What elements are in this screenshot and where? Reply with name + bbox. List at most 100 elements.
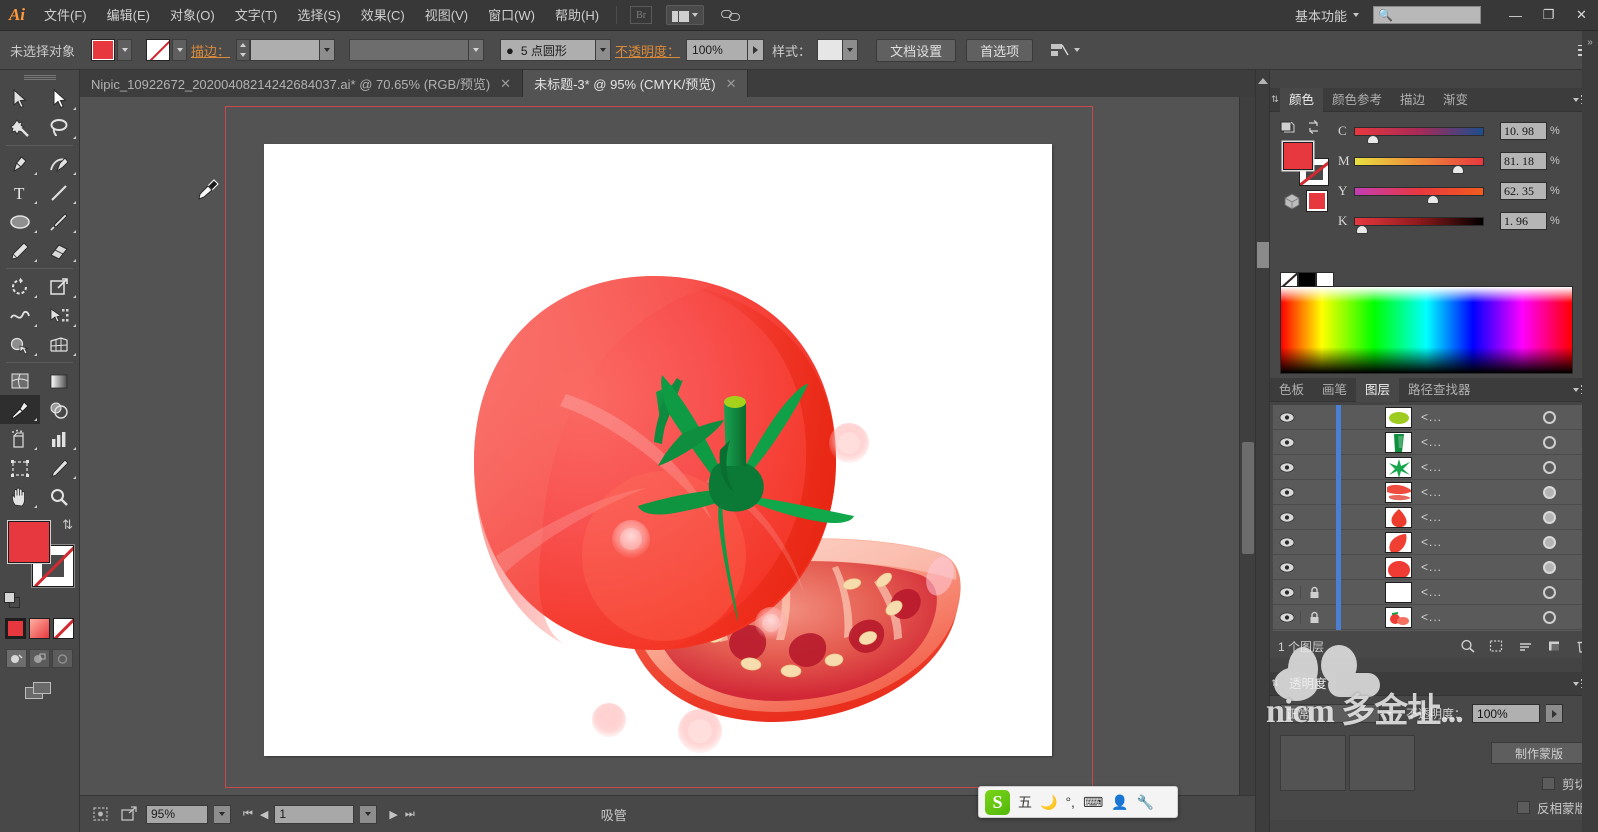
- type-tool[interactable]: T: [0, 178, 40, 207]
- current-tool-label[interactable]: 吸管: [601, 805, 627, 824]
- new-sublayer-icon[interactable]: [1518, 639, 1533, 653]
- sogou-logo-icon[interactable]: S: [985, 789, 1010, 815]
- none-mode-button[interactable]: [53, 618, 74, 639]
- draw-behind-button[interactable]: [29, 649, 50, 668]
- scale-tool[interactable]: [40, 272, 80, 301]
- search-input[interactable]: 🔍: [1373, 6, 1481, 24]
- table-row[interactable]: <...: [1273, 454, 1596, 480]
- fill-color-indicator[interactable]: [8, 521, 50, 563]
- transparency-mask-thumbnail[interactable]: [1349, 735, 1415, 791]
- layer-target-indicator[interactable]: [1543, 610, 1556, 624]
- layer-target-indicator[interactable]: [1543, 585, 1556, 599]
- artboard[interactable]: [264, 144, 1052, 756]
- channel-value-y[interactable]: 62. 35: [1500, 182, 1547, 200]
- mesh-tool[interactable]: [0, 366, 40, 395]
- menu-select[interactable]: 选择(S): [287, 0, 350, 31]
- transparency-panel-grip[interactable]: ⇅: [1270, 678, 1280, 689]
- out-of-web-gamut-icon[interactable]: [1282, 192, 1302, 210]
- slider-track-k[interactable]: [1354, 216, 1484, 234]
- menu-edit[interactable]: 编辑(E): [97, 0, 160, 31]
- align-chevron-down-icon[interactable]: [1074, 48, 1081, 52]
- tab-gradient[interactable]: 渐变: [1434, 88, 1477, 112]
- color-panel-grip[interactable]: ⇅: [1270, 94, 1280, 105]
- moon-icon[interactable]: 🌙: [1040, 794, 1057, 811]
- graphic-style-swatch[interactable]: [817, 39, 844, 61]
- stroke-weight-field[interactable]: [250, 39, 321, 61]
- workspace-chevron-down-icon[interactable]: [1353, 13, 1359, 17]
- color-proxy-swatch[interactable]: [1306, 190, 1328, 212]
- slider-track-y[interactable]: [1354, 186, 1484, 204]
- table-row[interactable]: <...: [1273, 479, 1596, 505]
- arrange-documents-button[interactable]: [666, 5, 705, 25]
- document-tab-1-close-icon[interactable]: ✕: [500, 76, 511, 92]
- collapsed-panel-strip[interactable]: »: [1582, 31, 1598, 832]
- layer-target-indicator[interactable]: [1543, 485, 1556, 499]
- dock-mini-tab[interactable]: [1257, 242, 1269, 268]
- stroke-weight-stepper[interactable]: [236, 39, 251, 61]
- canvas-area[interactable]: [80, 97, 1255, 795]
- layer-visibility-icon[interactable]: [1273, 612, 1300, 623]
- layer-visibility-icon[interactable]: [1273, 437, 1300, 448]
- prev-artboard-button[interactable]: ◀: [260, 808, 268, 821]
- screen-mode-button[interactable]: [0, 682, 79, 702]
- restore-button[interactable]: ❐: [1532, 0, 1565, 31]
- paintbrush-tool[interactable]: [40, 207, 80, 236]
- dock-collapse-strip[interactable]: [1256, 70, 1270, 832]
- transparency-opacity-field[interactable]: 100%: [1472, 704, 1541, 723]
- make-clipping-mask-icon[interactable]: [1489, 639, 1504, 653]
- make-mask-button[interactable]: 制作蒙版: [1491, 742, 1587, 764]
- pencil-tool[interactable]: [0, 236, 40, 265]
- blend-mode-select[interactable]: 正常: [1280, 704, 1380, 723]
- expand-panels-icon[interactable]: [1257, 78, 1268, 84]
- layer-target-indicator[interactable]: [1543, 460, 1556, 474]
- menu-type[interactable]: 文字(T): [225, 0, 288, 31]
- pen-tool[interactable]: [0, 149, 40, 178]
- table-row[interactable]: <...: [1273, 429, 1596, 455]
- link-icon[interactable]: [720, 5, 742, 25]
- tab-color[interactable]: 颜色: [1280, 87, 1324, 112]
- color-ramp-icon[interactable]: [1280, 120, 1295, 134]
- punctuation-icon[interactable]: °,: [1065, 794, 1075, 810]
- stroke-color-dropdown[interactable]: [172, 39, 188, 61]
- selection-tool[interactable]: [0, 84, 40, 113]
- slider-track-c[interactable]: [1354, 126, 1484, 144]
- layer-visibility-icon[interactable]: [1273, 487, 1300, 498]
- layer-name[interactable]: <...: [1421, 535, 1442, 549]
- share-icon[interactable]: [118, 804, 140, 824]
- channel-value-m[interactable]: 81. 18: [1500, 152, 1547, 170]
- shape-builder-tool[interactable]: [0, 330, 40, 359]
- invert-mask-checkbox-row[interactable]: 反相蒙版: [1516, 798, 1587, 817]
- layer-name[interactable]: <...: [1421, 610, 1442, 624]
- tab-transparency[interactable]: 透明度: [1280, 671, 1336, 696]
- ellipse-tool[interactable]: [0, 207, 40, 236]
- minimize-button[interactable]: —: [1499, 0, 1532, 31]
- slider-knob-c[interactable]: [1366, 134, 1379, 144]
- opacity-label[interactable]: 不透明度：: [615, 41, 680, 60]
- layer-visibility-icon[interactable]: [1273, 412, 1300, 423]
- document-setup-button[interactable]: 文档设置: [876, 38, 957, 62]
- width-tool[interactable]: [0, 301, 40, 330]
- tab-color-guide[interactable]: 颜色参考: [1323, 88, 1391, 112]
- layer-name[interactable]: <...: [1421, 585, 1442, 599]
- direct-selection-tool[interactable]: [40, 84, 80, 113]
- menu-help[interactable]: 帮助(H): [545, 0, 609, 31]
- layer-name[interactable]: <...: [1421, 435, 1442, 449]
- layer-name[interactable]: <...: [1421, 485, 1442, 499]
- transparency-artwork-thumbnail[interactable]: [1280, 735, 1346, 791]
- zoom-level-dropdown[interactable]: [214, 804, 231, 824]
- align-icon[interactable]: [1049, 41, 1069, 59]
- slider-knob-y[interactable]: [1426, 194, 1439, 204]
- default-fill-stroke-icon[interactable]: [4, 592, 21, 609]
- locate-object-icon[interactable]: [1460, 639, 1475, 653]
- column-graph-tool[interactable]: [40, 424, 80, 453]
- layer-lock-icon[interactable]: [1300, 610, 1327, 624]
- menu-object[interactable]: 对象(O): [160, 0, 225, 31]
- tab-pathfinder[interactable]: 路径查找器: [1399, 378, 1480, 402]
- free-transform-tool[interactable]: [40, 301, 80, 330]
- table-row[interactable]: <...: [1273, 554, 1596, 580]
- curvature-tool[interactable]: [40, 149, 80, 178]
- layer-visibility-icon[interactable]: [1273, 512, 1300, 523]
- clip-checkbox[interactable]: [1541, 777, 1555, 790]
- stroke-label[interactable]: 描边：: [191, 41, 230, 60]
- invert-mask-checkbox[interactable]: [1516, 801, 1530, 814]
